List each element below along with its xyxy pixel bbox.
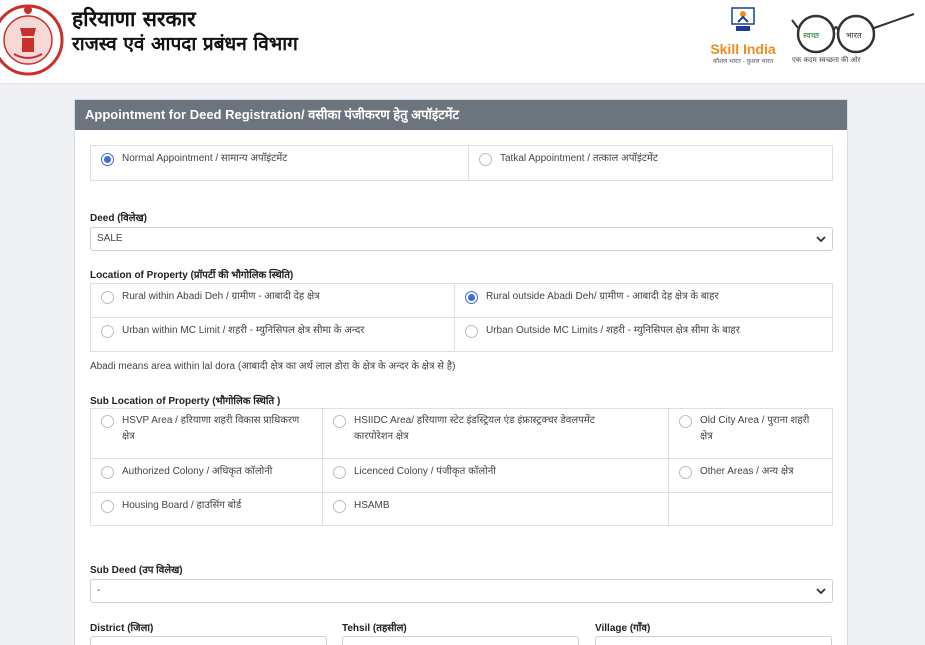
- tatkal-appointment-label: Tatkal Appointment / तत्काल अपॉइंटमेंट: [500, 153, 658, 164]
- rural-within-abadi-label: Rural within Abadi Deh / ग्रामीण - आबादी…: [122, 291, 320, 302]
- option-rural-outside-abadi[interactable]: Rural outside Abadi Deh/ ग्रामीण - आबादी…: [455, 284, 832, 318]
- authorized-colony-label: Authorized Colony / अधिकृत कॉलोनी: [122, 466, 273, 477]
- swachh-bharat-tagline: एक कदम स्वच्छता की ओर: [792, 56, 861, 64]
- state-government-title: हरियाणा सरकार: [72, 7, 196, 31]
- radio-authorized-colony[interactable]: [101, 466, 114, 479]
- option-hsvp-area[interactable]: HSVP Area / हरियाणा शहरी विकास प्राधिकरण…: [91, 409, 323, 459]
- rural-outside-abadi-label: Rural outside Abadi Deh/ ग्रामीण - आबादी…: [486, 291, 719, 302]
- chevron-down-icon: [816, 588, 826, 595]
- radio-rural-within-abadi[interactable]: [101, 291, 114, 304]
- skill-india-figure-icon: [731, 7, 755, 31]
- radio-tatkal-appointment[interactable]: [479, 153, 492, 166]
- deed-select[interactable]: SALE: [90, 227, 833, 251]
- radio-housing-board[interactable]: [101, 500, 114, 513]
- normal-appointment-label: Normal Appointment / सामान्य अपॉइंटमेंट: [122, 153, 288, 164]
- location-label: Location of Property (प्रॉपर्टी की भौगोल…: [90, 270, 294, 281]
- radio-rural-outside-abadi[interactable]: [465, 291, 478, 304]
- site-header: हरियाणा सरकार राजस्व एवं आपदा प्रबंधन वि…: [0, 0, 925, 84]
- radio-urban-outside-mc[interactable]: [465, 325, 478, 338]
- hsamb-label: HSAMB: [354, 500, 390, 511]
- empty-cell: [669, 493, 832, 525]
- option-authorized-colony[interactable]: Authorized Colony / अधिकृत कॉलोनी: [91, 459, 323, 493]
- radio-licenced-colony[interactable]: [333, 466, 346, 479]
- option-hsiidc-area[interactable]: HSIIDC Area/ हरियाणा स्टेट इंडस्ट्रियल ए…: [323, 409, 669, 459]
- department-name: राजस्व एवं आपदा प्रबंधन विभाग: [72, 33, 298, 55]
- hsvp-area-label: HSVP Area / हरियाणा शहरी विकास प्राधिकरण…: [122, 415, 300, 442]
- option-tatkal-appointment[interactable]: Tatkal Appointment / तत्काल अपॉइंटमेंट: [469, 146, 832, 180]
- svg-text:स्वच्छ: स्वच्छ: [803, 31, 820, 40]
- licenced-colony-label: Licenced Colony / पंजीकृत कॉलोनी: [354, 466, 496, 477]
- radio-hsiidc-area[interactable]: [333, 415, 346, 428]
- sub-deed-selected-value: -: [97, 585, 101, 596]
- housing-board-label: Housing Board / हाउसिंग बोर्ड: [122, 500, 242, 511]
- district-label: District (जिला): [90, 623, 154, 634]
- appointment-form-card: Appointment for Deed Registration/ वसीका…: [74, 99, 848, 645]
- urban-within-mc-label: Urban within MC Limit / शहरी - म्युनिसिप…: [122, 325, 365, 336]
- sub-deed-select[interactable]: -: [90, 579, 833, 603]
- option-urban-outside-mc[interactable]: Urban Outside MC Limits / शहरी - म्युनिस…: [455, 318, 832, 351]
- sub-deed-label: Sub Deed (उप विलेख): [90, 565, 183, 576]
- sub-location-group: HSVP Area / हरियाणा शहरी विकास प्राधिकरण…: [90, 408, 833, 526]
- radio-old-city-area[interactable]: [679, 415, 692, 428]
- tehsil-label: Tehsil (तहसील): [342, 623, 407, 634]
- option-old-city-area[interactable]: Old City Area / पुराना शहरी क्षेत्र: [669, 409, 832, 459]
- radio-normal-appointment[interactable]: [101, 153, 114, 166]
- abadi-note: Abadi means area within lal dora (आबादी …: [90, 361, 456, 372]
- option-hsamb[interactable]: HSAMB: [323, 493, 669, 525]
- option-housing-board[interactable]: Housing Board / हाउसिंग बोर्ड: [91, 493, 323, 525]
- tehsil-select[interactable]: [342, 636, 579, 645]
- sub-location-label: Sub Location of Property (भौगोलिक स्थिति…: [90, 396, 281, 407]
- svg-text:भारत: भारत: [846, 31, 862, 40]
- haryana-emblem-logo: [0, 4, 64, 76]
- deed-label: Deed (विलेख): [90, 213, 148, 224]
- option-rural-within-abadi[interactable]: Rural within Abadi Deh / ग्रामीण - आबादी…: [91, 284, 455, 318]
- option-licenced-colony[interactable]: Licenced Colony / पंजीकृत कॉलोनी: [323, 459, 669, 493]
- appointment-type-group: Normal Appointment / सामान्य अपॉइंटमेंट …: [90, 145, 833, 181]
- gandhi-glasses-icon: स्वच्छ भारत: [791, 13, 915, 54]
- chevron-down-icon: [816, 236, 826, 243]
- card-title: Appointment for Deed Registration/ वसीका…: [75, 100, 847, 130]
- radio-urban-within-mc[interactable]: [101, 325, 114, 338]
- option-other-areas[interactable]: Other Areas / अन्य क्षेत्र: [669, 459, 832, 493]
- skill-india-tagline: कौशल भारत - कुशल भारत: [712, 58, 774, 65]
- radio-hsamb[interactable]: [333, 500, 346, 513]
- location-group: Rural within Abadi Deh / ग्रामीण - आबादी…: [90, 283, 833, 352]
- skill-india-logo: Skill India कौशल भारत - कुशल भारत: [703, 6, 783, 66]
- radio-other-areas[interactable]: [679, 466, 692, 479]
- old-city-area-label: Old City Area / पुराना शहरी क्षेत्र: [700, 415, 810, 442]
- village-select[interactable]: [595, 636, 832, 645]
- district-select[interactable]: [90, 636, 327, 645]
- swachh-bharat-logo: स्वच्छ भारत एक कदम स्वच्छता की ओर: [790, 6, 920, 70]
- skill-india-text: Skill India: [710, 41, 776, 57]
- option-normal-appointment[interactable]: Normal Appointment / सामान्य अपॉइंटमेंट: [91, 146, 469, 180]
- hsiidc-area-label: HSIIDC Area/ हरियाणा स्टेट इंडस्ट्रियल ए…: [354, 415, 595, 442]
- radio-hsvp-area[interactable]: [101, 415, 114, 428]
- deed-selected-value: SALE: [97, 233, 123, 244]
- other-areas-label: Other Areas / अन्य क्षेत्र: [700, 466, 794, 477]
- urban-outside-mc-label: Urban Outside MC Limits / शहरी - म्युनिस…: [486, 325, 740, 336]
- option-urban-within-mc[interactable]: Urban within MC Limit / शहरी - म्युनिसिप…: [91, 318, 455, 351]
- village-label: Village (गाँव): [595, 623, 651, 634]
- department-title: हरियाणा सरकार राजस्व एवं आपदा प्रबंधन वि…: [72, 6, 298, 56]
